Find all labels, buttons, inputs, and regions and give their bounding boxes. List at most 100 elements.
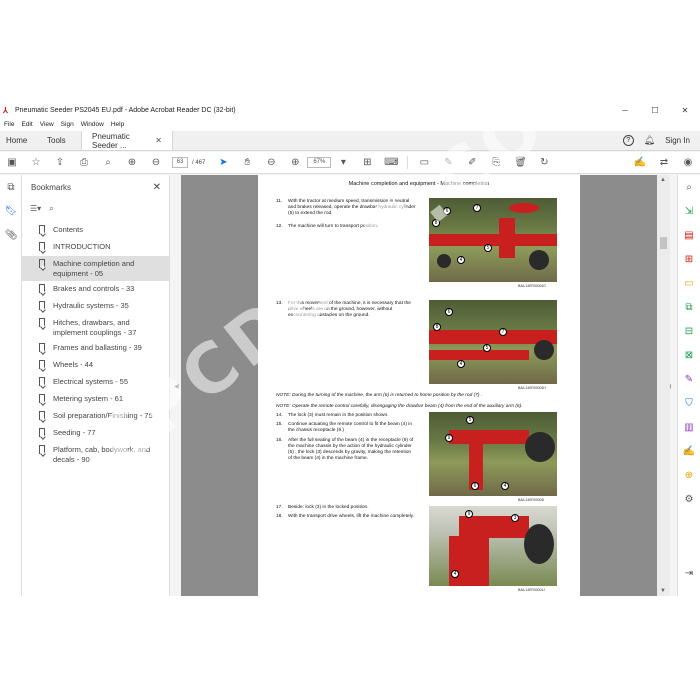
scroll-down-icon[interactable]: ▼	[660, 588, 666, 594]
close-tab-icon[interactable]: ✕	[155, 136, 162, 145]
photo-caption: BAIL14ER00004G	[518, 284, 546, 288]
zoom-out-icon[interactable]: ⊖	[259, 152, 283, 174]
create-pdf-icon[interactable]: ⊞	[678, 247, 700, 271]
keyboard-icon[interactable]: ⌨	[379, 152, 403, 174]
zoom-level-input[interactable]: 67%	[307, 157, 332, 168]
notification-bell-icon[interactable]: 🔔︎	[644, 135, 655, 146]
help-icon[interactable]: ?	[622, 135, 634, 146]
bookmark-icon	[39, 259, 45, 268]
bookmark-icon	[39, 318, 45, 327]
zoom-in-icon[interactable]: ⊕	[283, 152, 307, 174]
find-bookmark-icon[interactable]: ⌕	[49, 204, 53, 214]
bookmark-item[interactable]: Soil preparation/Finishing - 75	[22, 408, 169, 425]
fit-page-icon[interactable]: ⊞	[355, 152, 379, 174]
menu-edit[interactable]: Edit	[21, 121, 32, 128]
bookmark-item[interactable]: Frames and ballasting - 39	[22, 340, 169, 357]
highlight-icon[interactable]: ✎	[436, 152, 460, 174]
comment-icon[interactable]: ▭	[678, 271, 700, 295]
fill-sign-icon[interactable]: ✎	[678, 367, 700, 391]
attachments-icon[interactable]: 📎︎	[0, 223, 22, 247]
expand-pane-icon[interactable]: ⇥	[678, 561, 700, 585]
upload-icon[interactable]: ⇪	[48, 152, 72, 174]
tools-settings-icon[interactable]: ⚙	[678, 487, 700, 511]
rotate-icon[interactable]: ↻	[532, 152, 556, 174]
document-view[interactable]: Machine completion and equipment - Machi…	[181, 175, 657, 596]
bookmark-icon	[39, 225, 45, 234]
bookmark-item[interactable]: Metering system - 61	[22, 391, 169, 408]
search-icon[interactable]: ⌕	[678, 175, 700, 199]
bookmark-item-selected[interactable]: Machine completion and equipment - 05	[22, 256, 169, 281]
delete-icon[interactable]: 🗑︎	[508, 152, 532, 174]
bookmark-item[interactable]: Wheels - 44	[22, 357, 169, 374]
acrobat-window: ⅄ Pneumatic Seeder PS2045 EU.pdf - Adobe…	[0, 103, 700, 596]
minimize-button[interactable]: ─	[610, 106, 640, 115]
scroll-up-icon[interactable]: ▲	[660, 177, 666, 183]
star-icon[interactable]: ☆	[24, 152, 48, 174]
page-total: / 467	[192, 160, 205, 166]
compress-pdf-icon[interactable]: ⊠	[678, 343, 700, 367]
request-signature-icon[interactable]: ✍	[678, 439, 700, 463]
page-thumbnails-icon[interactable]: ⧉	[0, 175, 22, 199]
organize-pages-icon[interactable]: ⊟	[678, 319, 700, 343]
page-number-input[interactable]: 63	[172, 157, 188, 168]
account-icon[interactable]: ◉	[676, 152, 700, 174]
bookmark-item[interactable]: INTRODUCTION	[22, 239, 169, 256]
callout-label: 5	[466, 416, 474, 424]
tab-document[interactable]: Pneumatic Seeder ... ✕	[81, 131, 173, 150]
bookmarks-panel-header: Bookmarks ✕	[22, 175, 169, 199]
sign-icon[interactable]: ✍	[628, 152, 652, 174]
bookmark-item[interactable]: Contents	[22, 222, 169, 239]
bookmarks-icon[interactable]: 🔖︎	[0, 199, 22, 223]
scrollbar-thumb[interactable]	[660, 237, 667, 249]
edit-pdf-icon[interactable]: ▤	[678, 223, 700, 247]
sign-in-button[interactable]: Sign In	[665, 136, 690, 145]
page-up-icon[interactable]: ⊕	[120, 152, 144, 174]
comment-icon[interactable]: ▭	[412, 152, 436, 174]
machine-photo: 6 8 4 5 7	[429, 300, 557, 384]
vertical-scrollbar[interactable]: ▲ ▼	[657, 175, 670, 596]
bookmark-item[interactable]: Electrical systems - 55	[22, 374, 169, 391]
share-icon[interactable]: ⇄	[652, 152, 676, 174]
bookmark-item[interactable]: Seeding - 77	[22, 425, 169, 442]
bookmark-options-icon[interactable]: ☰▾	[30, 204, 41, 213]
more-tools-icon[interactable]: ⊕	[678, 463, 700, 487]
bookmark-icon	[39, 394, 45, 403]
save-icon[interactable]: ▣	[0, 152, 24, 174]
select-cursor-icon[interactable]: ➤	[211, 152, 235, 174]
zoom-dropdown-icon[interactable]: ▾	[331, 152, 355, 174]
menu-window[interactable]: Window	[81, 121, 104, 128]
menu-view[interactable]: View	[40, 121, 54, 128]
bookmark-icon	[39, 377, 45, 386]
instruction-step: 18. With the transport drive wheels, lif…	[276, 514, 415, 519]
protect-icon[interactable]: ⛉	[678, 391, 700, 415]
bookmark-item[interactable]: Hydraulic systems - 35	[22, 298, 169, 315]
callout-label: 4	[457, 360, 465, 368]
bookmark-item[interactable]: Brakes and controls - 33	[22, 281, 169, 298]
bookmark-item[interactable]: Platform, cab, bodywork, and decals - 90	[22, 442, 169, 467]
print-icon[interactable]: ⎙	[72, 152, 96, 174]
close-panel-icon[interactable]: ✕	[153, 182, 161, 193]
photo-caption: BAIL14ER00004J	[518, 588, 545, 592]
hand-tool-icon[interactable]: ✋︎	[235, 152, 259, 174]
bookmarks-panel: Bookmarks ✕ ☰▾ ⌕ Contents INTRODUCTION M…	[22, 175, 170, 596]
maximize-button[interactable]: ☐	[640, 106, 670, 115]
bookmark-item[interactable]: Hitches, drawbars, and implement couplin…	[22, 315, 169, 340]
tab-home[interactable]: Home	[0, 131, 37, 150]
page-down-icon[interactable]: ⊖	[144, 152, 168, 174]
collapse-left-panel-icon[interactable]: ◀	[174, 383, 179, 390]
search-icon[interactable]: ⌕	[96, 152, 120, 174]
menu-sign[interactable]: Sign	[61, 121, 74, 128]
menu-file[interactable]: File	[4, 121, 14, 128]
tab-tools[interactable]: Tools	[37, 131, 81, 150]
stamp-icon[interactable]: ⎘	[484, 152, 508, 174]
menu-help[interactable]: Help	[111, 121, 124, 128]
draw-icon[interactable]: ✐	[460, 152, 484, 174]
bookmark-icon	[39, 360, 45, 369]
combine-files-icon[interactable]: ⧉	[678, 295, 700, 319]
close-button[interactable]: ✕	[670, 106, 700, 115]
export-pdf-icon[interactable]: ⇲	[678, 199, 700, 223]
bookmarks-tools: ☰▾ ⌕	[22, 199, 169, 218]
send-for-signature-icon[interactable]: ▥	[678, 415, 700, 439]
menu-bar: File Edit View Sign Window Help	[0, 118, 700, 131]
callout-label: 5	[483, 344, 491, 352]
